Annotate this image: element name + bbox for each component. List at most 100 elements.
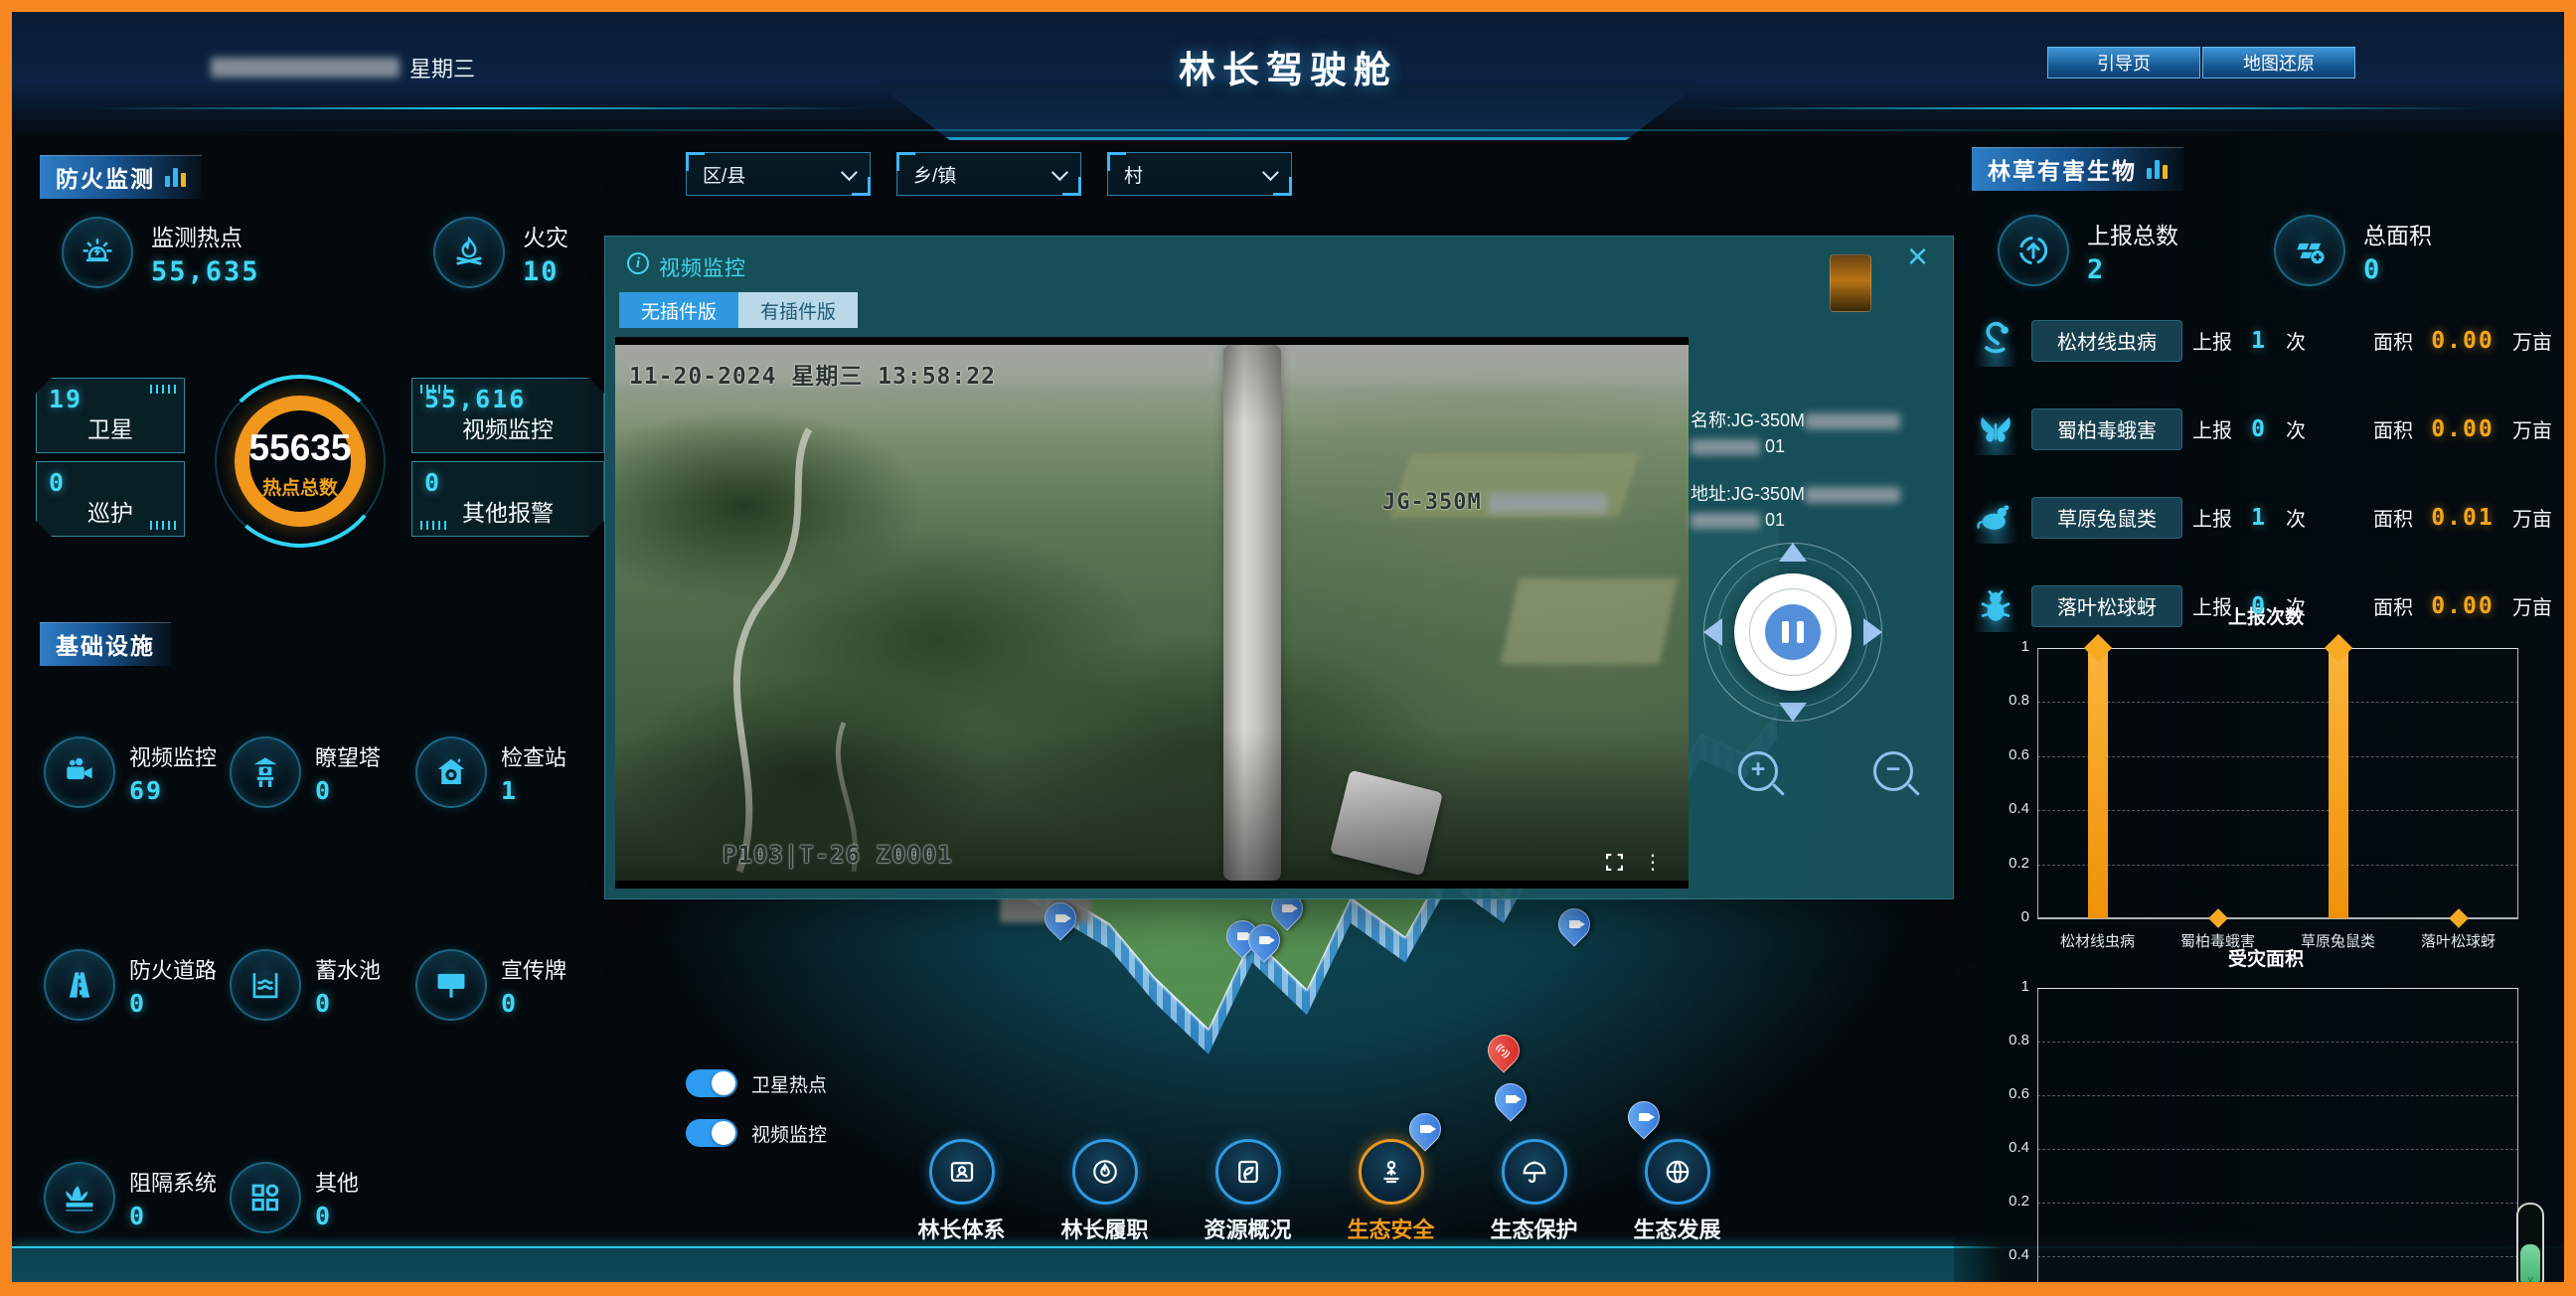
- toggle-switch[interactable]: [686, 1119, 737, 1147]
- stat-label: 防火道路: [129, 953, 217, 985]
- map-scroll-indicator[interactable]: ˅: [2516, 1203, 2544, 1292]
- times-label: 次: [2286, 414, 2306, 443]
- stat-value: 55,635: [151, 256, 260, 287]
- axis-tick-label: 0.8: [1986, 692, 2029, 709]
- stat-label: 上报总数: [2087, 217, 2178, 250]
- axis-tick-label: 0.6: [1986, 1085, 2029, 1102]
- chevron-down-icon: [841, 164, 858, 181]
- report-label: 上报: [2192, 414, 2232, 443]
- tab-plugin[interactable]: 有插件版: [738, 292, 858, 328]
- layer-toggle-1[interactable]: 卫星热点: [686, 1069, 827, 1097]
- nav-label: 生态安全: [1347, 1213, 1434, 1244]
- fullscreen-icon[interactable]: [1606, 854, 1623, 871]
- stat-value: 1: [501, 776, 566, 805]
- billboard-icon: [415, 949, 487, 1021]
- nav-label: 生态保护: [1490, 1213, 1577, 1244]
- tick-decoration: [420, 521, 446, 530]
- stat-value: 69: [129, 776, 217, 805]
- id-card-icon: [929, 1139, 995, 1205]
- satellite-stat-box: 19 卫星: [36, 378, 185, 453]
- pan-left-button[interactable]: [1703, 618, 1722, 646]
- camera-glyph: [1420, 1125, 1431, 1133]
- filter-dropdown-2[interactable]: 乡/镇: [896, 152, 1081, 196]
- dropdown-selected-value: 村: [1124, 161, 1143, 188]
- mouse-icon: [1970, 492, 2021, 544]
- pest-name-chip: 松材线虫病: [2031, 320, 2182, 362]
- chart-bar: [2088, 648, 2108, 918]
- pan-down-button[interactable]: [1779, 703, 1807, 722]
- tick-decoration: [150, 521, 176, 530]
- chart-gridline: [2037, 1256, 2518, 1257]
- stat-label: 视频监控: [412, 410, 603, 444]
- nav-item-5[interactable]: 生态保护: [1472, 1139, 1596, 1244]
- zoom-out-icon[interactable]: −: [1873, 751, 1913, 791]
- close-icon[interactable]: ×: [1907, 239, 1928, 274]
- area-value: 0.00: [2423, 416, 2502, 442]
- joystick-disc: [1734, 573, 1852, 691]
- zoom-in-icon[interactable]: +: [1738, 751, 1778, 791]
- stat-value: 0: [315, 776, 381, 805]
- video-monitor-stat-box: 55,616 视频监控: [411, 378, 604, 453]
- report-count: 0: [2242, 416, 2276, 442]
- section-header-fire-monitoring: 防火监测: [40, 155, 202, 199]
- road-icon: [44, 949, 115, 1021]
- nav-item-3[interactable]: 资源概况: [1186, 1139, 1310, 1244]
- axis-tick-label: 1: [1986, 978, 2029, 995]
- stat-value: 19: [49, 385, 82, 413]
- times-label: 次: [2286, 503, 2306, 532]
- person-icon: [1359, 1139, 1424, 1205]
- leaf-doc-icon: [1215, 1139, 1281, 1205]
- chart-gridline: [2037, 756, 2518, 757]
- camera-glyph: [1282, 904, 1293, 912]
- report-count: 0: [2242, 593, 2276, 619]
- infrastructure-stat: 宣传牌0: [415, 940, 601, 1030]
- camera-glyph: [1259, 936, 1270, 944]
- hotspot-gauge-block: 19 卫星 0 巡护 55635 热点总数 55,616 视频监控 0 其他报警: [36, 370, 604, 582]
- map-reset-button[interactable]: 地图还原: [2202, 47, 2355, 79]
- redacted-camera-id: [1488, 493, 1607, 513]
- stat-value: 0: [315, 989, 381, 1018]
- axis-tick-label: 0.4: [1986, 800, 2029, 817]
- nav-label: 生态发展: [1633, 1213, 1720, 1244]
- tab-no-plugin[interactable]: 无插件版: [619, 292, 738, 328]
- layer-toggle-2[interactable]: 视频监控: [686, 1119, 827, 1147]
- chevron-down-icon: [1051, 164, 1068, 181]
- chart-gridline: [2037, 918, 2518, 919]
- stat-label: 其他: [315, 1166, 359, 1198]
- times-label: 次: [2286, 591, 2306, 620]
- camera-icon: [44, 736, 115, 808]
- device-thumbnail[interactable]: [1830, 254, 1871, 312]
- filter-dropdown-3[interactable]: 村: [1107, 152, 1292, 196]
- section-title: 防火监测: [56, 160, 155, 194]
- pan-up-button[interactable]: [1779, 543, 1807, 562]
- info-icon: i: [627, 252, 649, 274]
- pest-row: 蜀柏毒蛾害上报0次面积0.00万亩: [1970, 385, 2552, 473]
- chart-plot-area: [2037, 988, 2518, 1296]
- nav-item-4[interactable]: 生态安全: [1329, 1139, 1453, 1244]
- more-options-icon[interactable]: ⋮: [1643, 854, 1663, 871]
- infrastructure-stat: 蓄水池 0: [230, 940, 415, 1030]
- section-title: 基础设施: [56, 627, 155, 661]
- ptz-joystick[interactable]: [1703, 543, 1882, 722]
- nav-item-2[interactable]: 林长履职: [1043, 1139, 1167, 1244]
- filter-dropdown-1[interactable]: 区/县: [686, 152, 871, 196]
- stat-value: 2: [2087, 254, 2178, 285]
- pan-right-button[interactable]: [1863, 618, 1882, 646]
- bonfire-icon: [433, 217, 505, 288]
- checkpoint-icon: [415, 736, 487, 808]
- stat-value: 0: [129, 989, 217, 1018]
- guide-page-button[interactable]: 引导页: [2047, 47, 2200, 79]
- report-label: 上报: [2192, 503, 2232, 532]
- stat-label: 阻隔系统: [129, 1166, 217, 1198]
- worm-icon: [1970, 315, 2021, 367]
- report-count: 1: [2242, 328, 2276, 354]
- nav-item-6[interactable]: 生态发展: [1615, 1139, 1739, 1244]
- fire-stat: 监测热点55,635: [62, 217, 260, 288]
- nav-item-1[interactable]: 林长体系: [899, 1139, 1024, 1244]
- infrastructure-stat: 防火道路 0: [44, 940, 230, 1030]
- nav-label: 林长体系: [917, 1213, 1005, 1244]
- area-label: 面积: [2373, 326, 2413, 355]
- infrastructure-stat: 瞭望塔0: [230, 728, 415, 817]
- toggle-switch[interactable]: [686, 1069, 737, 1097]
- stat-label: 蓄水池: [315, 953, 381, 985]
